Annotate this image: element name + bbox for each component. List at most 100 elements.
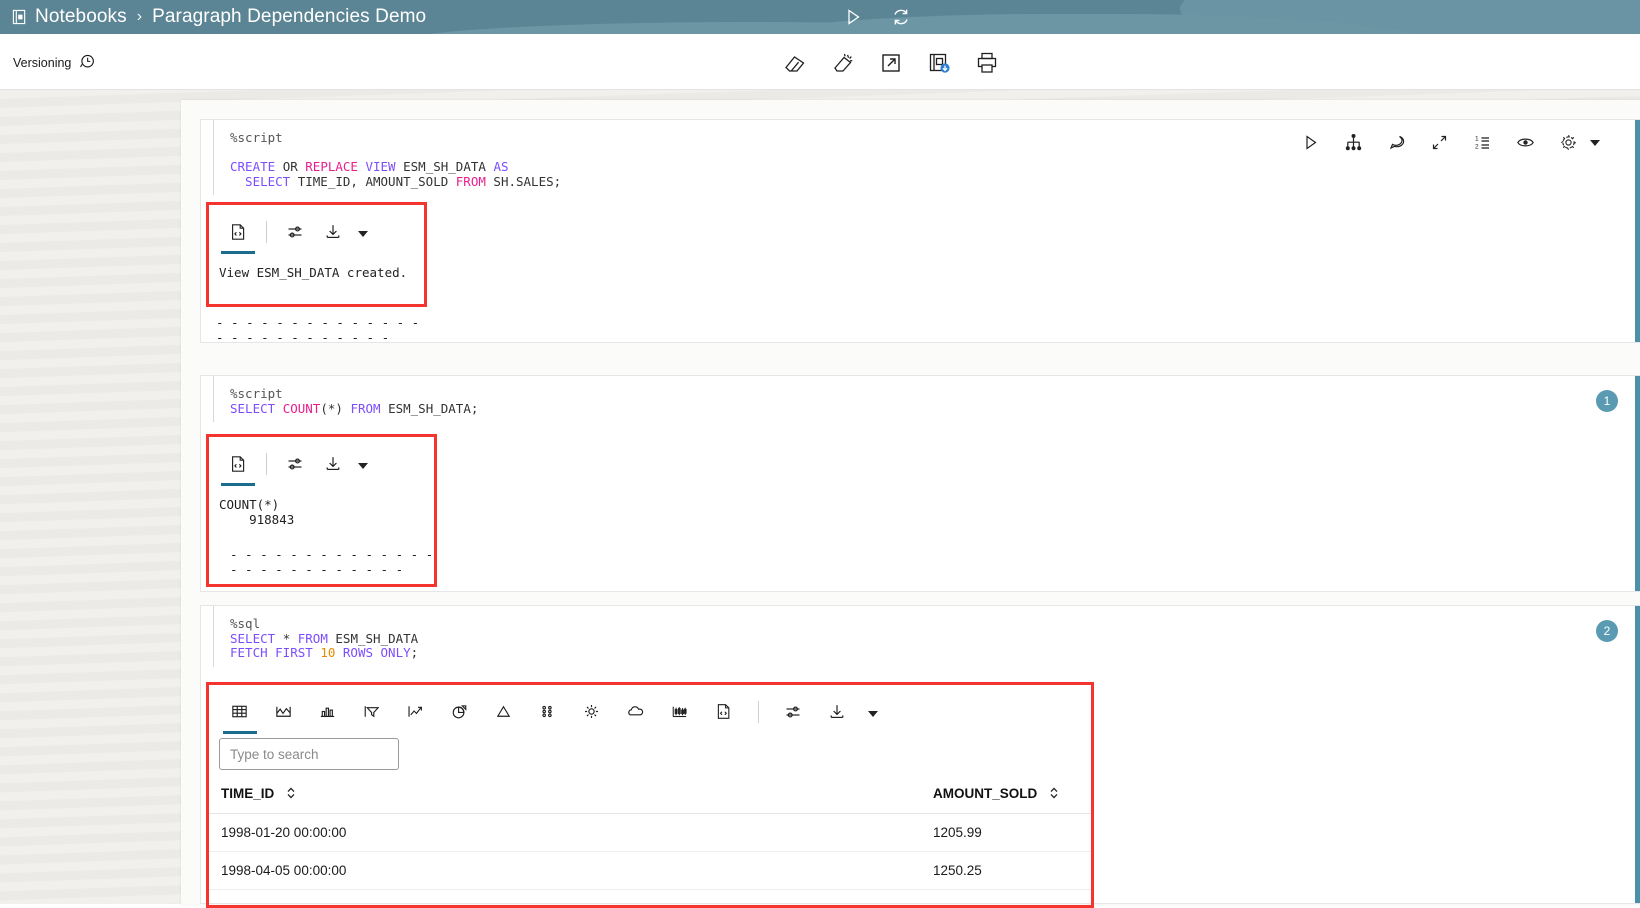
paragraph-2-code[interactable]: %script SELECT COUNT(*) FROM ESM_SH_DATA… xyxy=(213,376,1640,422)
breadcrumb-root[interactable]: Notebooks xyxy=(35,6,127,28)
document-code-icon xyxy=(228,222,248,242)
table-row[interactable]: 1998-01-20 00:00:00 1205.99 xyxy=(209,813,1091,852)
paragraph-3-code[interactable]: %sql SELECT * FROM ESM_SH_DATA FETCH FIR… xyxy=(213,606,1640,667)
sunburst-chart-tab[interactable] xyxy=(573,695,611,729)
line-chart-tab[interactable] xyxy=(397,695,435,729)
dependencies-icon[interactable] xyxy=(1344,133,1363,152)
clear-output-icon[interactable] xyxy=(830,50,856,76)
cell-amount-sold: 1250.25 xyxy=(921,851,1091,890)
paragraph-selected-accent xyxy=(1635,606,1640,903)
versioning-control[interactable]: Versioning xyxy=(13,52,96,73)
toolbar-divider xyxy=(266,453,267,475)
download-chevron-down-icon[interactable] xyxy=(358,231,368,237)
bar-chart-icon xyxy=(318,702,338,722)
line-chart-icon xyxy=(406,702,426,722)
paragraph-2-result-highlight: COUNT(*) 918843 - - - - - - - - - - - - … xyxy=(206,434,437,587)
open-external-icon[interactable] xyxy=(878,50,904,76)
result-tab-strip xyxy=(209,205,424,254)
pie-chart-tab[interactable] xyxy=(441,695,479,729)
output-settings-icon[interactable] xyxy=(276,215,314,249)
paragraph-3-execution-badge: 2 xyxy=(1596,620,1618,642)
grid-icon xyxy=(230,702,250,722)
clear-results-icon[interactable] xyxy=(782,50,808,76)
versioning-label: Versioning xyxy=(13,55,72,70)
paragraph-1-code[interactable]: %script CREATE OR REPLACE VIEW ESM_SH_DA… xyxy=(213,120,1640,195)
sort-toggle-icon[interactable] xyxy=(286,786,296,803)
paragraph-1[interactable]: %script CREATE OR REPLACE VIEW ESM_SH_DA… xyxy=(200,119,1640,345)
download-icon xyxy=(827,702,847,722)
visualization-tab-strip xyxy=(209,685,1091,734)
funnel-icon xyxy=(362,702,382,722)
scatter-icon xyxy=(538,702,558,722)
pie-chart-icon xyxy=(450,702,470,722)
download-icon[interactable] xyxy=(818,695,856,729)
comment-icon[interactable] xyxy=(1387,133,1406,152)
download-chevron-down-icon[interactable] xyxy=(868,711,878,717)
notebook-icon xyxy=(12,9,27,25)
document-code-icon xyxy=(228,454,248,474)
result-search-container xyxy=(209,729,1091,770)
raw-output-tab[interactable] xyxy=(219,447,257,486)
app-header-actions xyxy=(843,0,911,34)
pyramid-icon xyxy=(494,702,514,722)
code-line: SELECT COUNT(*) FROM ESM_SH_DATA; xyxy=(230,400,479,416)
scatter-chart-tab[interactable] xyxy=(529,695,567,729)
raw-output-tab[interactable] xyxy=(219,215,257,254)
search-input[interactable] xyxy=(219,738,399,770)
cloud-chart-tab[interactable] xyxy=(617,695,655,729)
svg-text:1: 1 xyxy=(1475,135,1479,142)
notebook-toolbar-actions xyxy=(782,46,1000,80)
output-settings-icon[interactable] xyxy=(276,447,314,481)
settings-chevron-down-icon[interactable] xyxy=(1590,139,1600,146)
download-icon xyxy=(323,222,343,242)
pyramid-chart-tab[interactable] xyxy=(485,695,523,729)
code-line: SELECT * FROM ESM_SH_DATA xyxy=(230,630,419,646)
print-icon[interactable] xyxy=(974,50,1000,76)
breadcrumb-current: Paragraph Dependencies Demo xyxy=(152,6,427,27)
column-header-time-id[interactable]: TIME_ID xyxy=(209,778,921,814)
order-list-icon[interactable]: 1 2 xyxy=(1473,133,1492,152)
code-line: SELECT TIME_ID, AMOUNT_SOLD FROM SH.SALE… xyxy=(230,173,562,189)
run-all-icon[interactable] xyxy=(843,7,863,27)
settings-gear-icon[interactable] xyxy=(1559,133,1578,152)
paragraph-2[interactable]: 1 %script SELECT COUNT(*) FROM ESM_SH_DA… xyxy=(200,375,1640,592)
raw-output-tab[interactable] xyxy=(705,695,743,729)
paragraph-3[interactable]: 2 %sql SELECT * FROM ESM_SH_DATA FETCH F… xyxy=(200,605,1640,908)
code-line: CREATE OR REPLACE VIEW ESM_SH_DATA AS xyxy=(230,159,509,174)
area-chart-icon xyxy=(274,702,294,722)
table-row[interactable]: 1998-04-05 00:00:00 1250.25 xyxy=(209,851,1091,890)
column-header-label: AMOUNT_SOLD xyxy=(933,786,1038,802)
visibility-icon[interactable] xyxy=(1516,133,1535,152)
cell-amount-sold: 1205.99 xyxy=(921,813,1091,852)
code-line: %script xyxy=(230,386,283,401)
sliders-icon xyxy=(285,454,305,474)
area-chart-tab[interactable] xyxy=(265,695,303,729)
sliders-icon xyxy=(783,702,803,722)
paragraph-2-result: COUNT(*) 918843 - - - - - - - - - - - - … xyxy=(204,428,437,587)
code-line: FETCH FIRST 10 ROWS ONLY; xyxy=(230,645,419,660)
paragraph-1-result: View ESM_SH_DATA created. - - - - - - - … xyxy=(204,196,427,345)
funnel-chart-tab[interactable] xyxy=(353,695,391,729)
refresh-icon[interactable] xyxy=(891,7,911,27)
column-header-amount-sold[interactable]: AMOUNT_SOLD xyxy=(921,778,1091,814)
candlestick-chart-tab[interactable] xyxy=(661,695,699,729)
expand-icon[interactable] xyxy=(1430,133,1449,152)
breadcrumb: Notebooks › Paragraph Dependencies Demo xyxy=(12,0,426,34)
output-settings-icon[interactable] xyxy=(774,695,812,729)
history-clock-icon[interactable] xyxy=(78,52,96,73)
download-chevron-down-icon[interactable] xyxy=(358,463,368,469)
sliders-icon xyxy=(285,222,305,242)
toolbar-divider xyxy=(266,221,267,243)
result-tab-strip xyxy=(209,437,434,486)
bar-chart-tab[interactable] xyxy=(309,695,347,729)
grid-view-tab[interactable] xyxy=(221,695,259,734)
download-icon[interactable] xyxy=(314,447,352,481)
save-notebook-icon[interactable] xyxy=(926,50,952,76)
code-line: %sql xyxy=(230,616,261,631)
run-paragraph-icon[interactable] xyxy=(1301,133,1320,152)
download-icon[interactable] xyxy=(314,215,352,249)
paragraph-1-result-highlight: View ESM_SH_DATA created. xyxy=(206,202,427,307)
paragraph-selected-accent xyxy=(1635,376,1640,591)
sort-toggle-icon[interactable] xyxy=(1049,786,1059,803)
